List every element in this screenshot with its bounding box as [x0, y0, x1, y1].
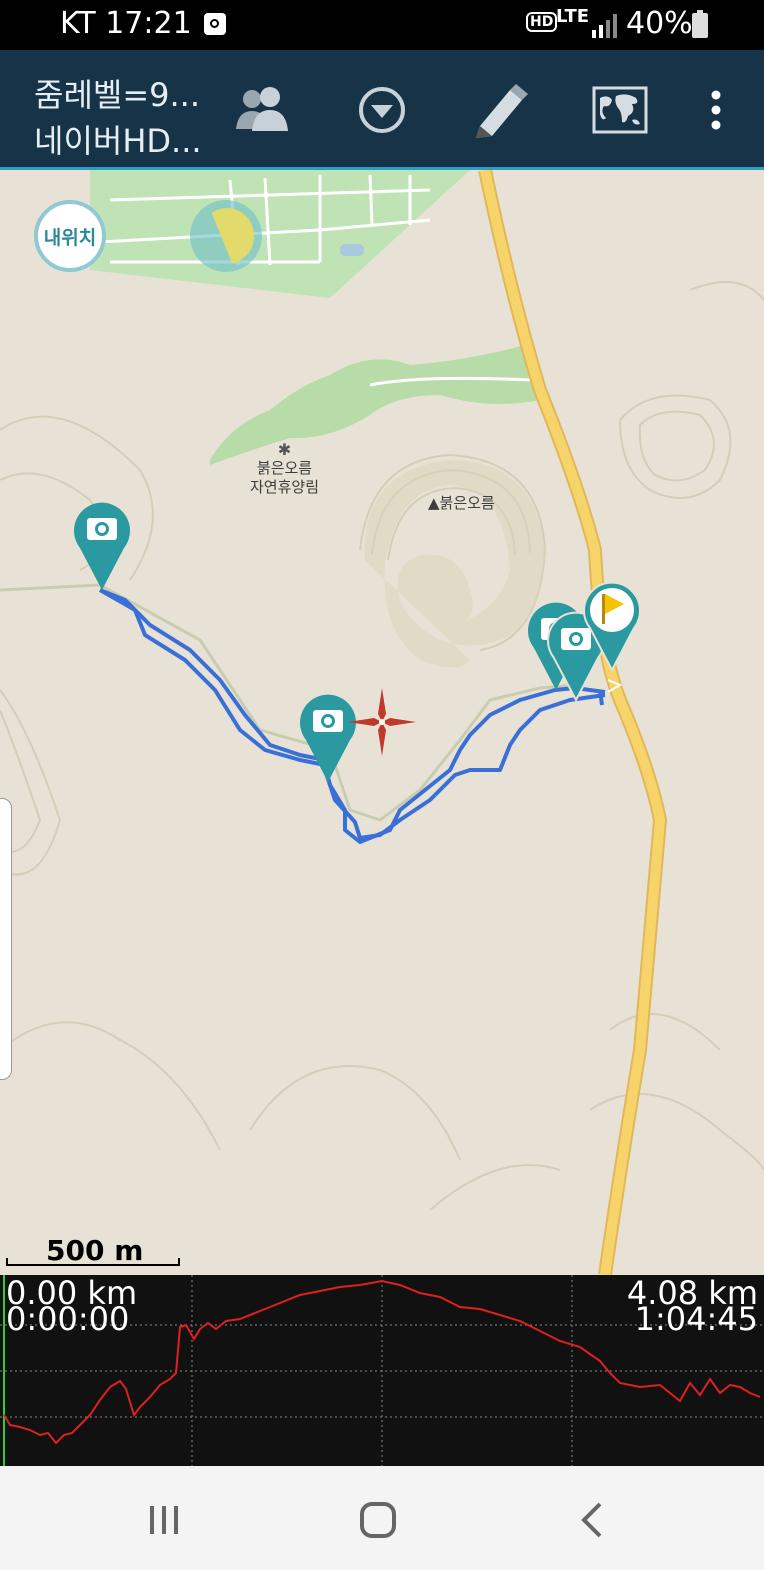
system-nav-bar — [0, 1466, 764, 1570]
map-view[interactable]: ✱ 붉은오름 자연휴양림 ▲붉은오름 내위치 500 m — [0, 170, 764, 1275]
battery-percent: 40% — [626, 6, 693, 41]
my-location-button[interactable]: 내위치 — [34, 200, 106, 272]
signal-icon — [592, 14, 617, 38]
status-bar: KT 17:21 HD LTE 40% — [0, 0, 764, 50]
recent-apps-icon — [150, 1506, 178, 1534]
pencil-icon — [476, 84, 528, 138]
map-source-text[interactable]: 네이버HD... — [34, 116, 202, 162]
forest-name-line1: 붉은오름 — [256, 459, 313, 477]
map-select-button[interactable] — [588, 78, 652, 142]
forest-icon: ✱ — [277, 440, 292, 459]
group-icon — [236, 87, 288, 131]
dropdown-circle-icon — [359, 87, 405, 133]
alarm-icon — [204, 13, 226, 35]
edit-button[interactable] — [468, 78, 532, 142]
end-time: 1:04:45 — [634, 1300, 758, 1338]
back-icon — [581, 1502, 602, 1538]
scale-bar: 500 m — [6, 1234, 182, 1270]
elevation-profile[interactable]: 0.00 km 0:00:00 4.08 km 1:04:45 — [0, 1275, 764, 1466]
home-button[interactable] — [354, 1496, 402, 1544]
recent-apps-button[interactable] — [140, 1496, 188, 1544]
crosshair-icon — [348, 688, 416, 756]
battery-icon — [692, 10, 708, 38]
forest-name-line2: 자연휴양림 — [250, 478, 320, 496]
more-options-button[interactable] — [684, 78, 748, 142]
dropdown-button[interactable] — [350, 78, 414, 142]
network-type: LTE — [556, 6, 590, 27]
hd-badge: HD — [526, 12, 558, 32]
side-panel-handle[interactable] — [0, 798, 12, 1080]
scale-line — [6, 1258, 180, 1266]
photo-pin[interactable] — [72, 500, 132, 592]
group-button[interactable] — [230, 78, 294, 142]
app-toolbar: 줌레벨=9... 네이버HD... — [0, 50, 764, 170]
home-icon — [360, 1502, 396, 1538]
forest-label: ✱ 붉은오름 자연휴양림 — [250, 440, 319, 497]
flag-pin[interactable] — [582, 580, 642, 672]
compass-icon[interactable] — [190, 200, 262, 272]
carrier-time: KT 17:21 — [60, 6, 192, 41]
world-map-icon — [592, 86, 648, 134]
start-time: 0:00:00 — [6, 1300, 130, 1338]
more-vertical-icon — [711, 90, 721, 130]
zoom-level-text[interactable]: 줌레벨=9... — [34, 70, 200, 116]
back-button[interactable] — [568, 1496, 616, 1544]
peak-label: ▲붉은오름 — [428, 494, 495, 512]
scale-label: 500 m — [46, 1234, 144, 1267]
